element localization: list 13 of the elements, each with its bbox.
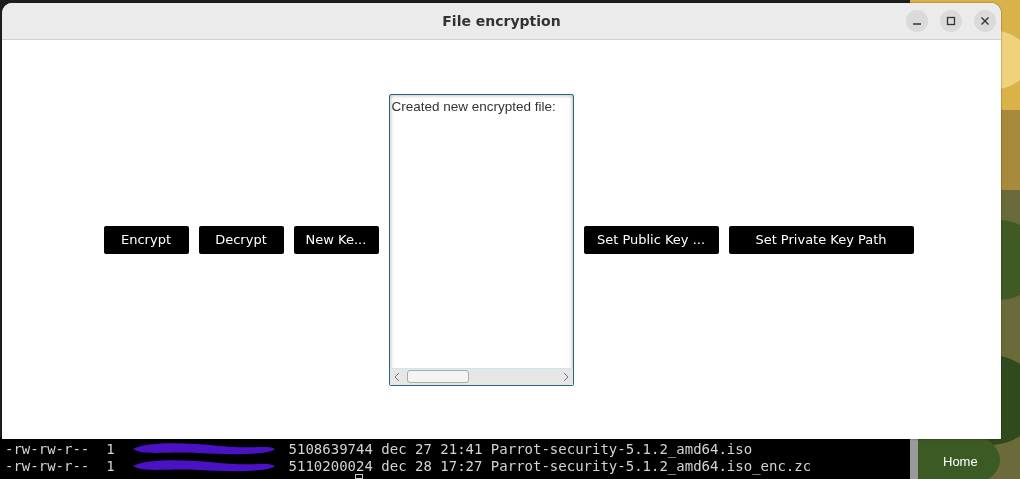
output-text-area[interactable]: Created new encrypted file:	[388, 93, 574, 386]
action-button[interactable]: Set Private Key Path	[728, 225, 914, 254]
action-button[interactable]: Decrypt	[198, 225, 284, 254]
terminal-text: 5108639744 dec 27 21:41 Parrot-security-5.1.2_amd64.iso	[288, 440, 753, 457]
terminal-text: -rw-rw-r-- 1	[5, 440, 115, 457]
action-button[interactable]: Set Public Key ...	[583, 225, 719, 254]
terminal-text: -rw-rw-r-- 1	[5, 457, 115, 474]
window-title: File encryption	[442, 13, 561, 29]
action-button[interactable]: New Ke...	[293, 225, 379, 254]
output-text: Created new encrypted file:	[390, 97, 557, 116]
terminal-text: 5110200024 dec 28 17:27 Parrot-security-5.1.2_amd64.iso_enc.zc	[288, 457, 812, 474]
desktop-label[interactable]: Home	[943, 454, 978, 469]
action-button[interactable]: Encrypt	[103, 225, 189, 254]
